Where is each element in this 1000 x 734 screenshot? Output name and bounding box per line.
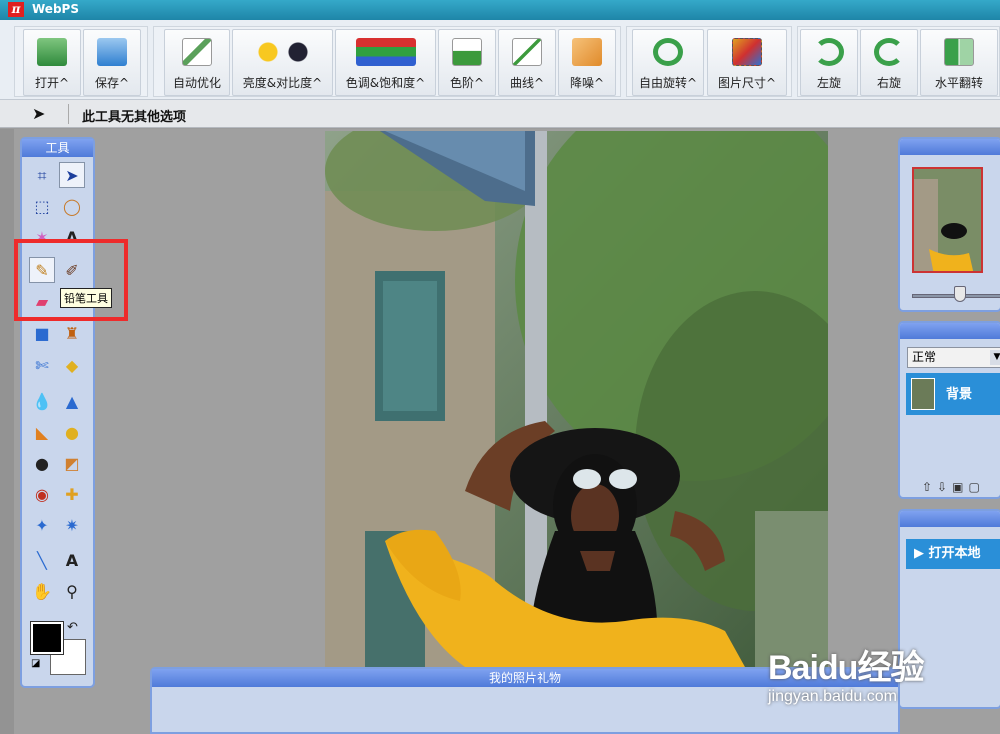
chevron-down-icon: ▼ [990, 350, 1000, 365]
open-folder-icon [37, 38, 67, 66]
tool-tooltip: 铅笔工具 [60, 288, 112, 308]
foreground-color-swatch[interactable] [30, 621, 64, 655]
lasso-icon[interactable]: ◯ [59, 193, 85, 219]
left-edge [0, 129, 14, 734]
auto-enhance-button[interactable]: 自动优化 [164, 29, 230, 96]
sponge-tool-icon[interactable]: ● [29, 450, 55, 476]
dodge-tool-icon[interactable]: ◣ [29, 419, 55, 445]
stamp-icon[interactable]: ♜ [59, 320, 85, 346]
blend-mode-value: 正常 [912, 350, 937, 364]
highlight-box [14, 239, 128, 321]
save-button[interactable]: 保存^ [83, 29, 141, 96]
app-title: WebPS [32, 2, 79, 16]
pinch-tool-icon[interactable]: ✦ [29, 512, 55, 538]
navigator-header [900, 139, 1000, 155]
swap-colors-icon[interactable]: ↶ [67, 620, 78, 635]
curves-button[interactable]: 曲线^ [498, 29, 556, 96]
sharpen-tool-icon[interactable]: ▲ [59, 388, 85, 414]
blur-tool-icon[interactable]: 💧 [29, 388, 55, 414]
title-bar: π WebPS [0, 0, 1000, 20]
hue-saturation-icon [355, 38, 416, 66]
move-tool-icon: ➤ [32, 104, 46, 123]
history-header [900, 511, 1000, 527]
flip-horizontal-icon [944, 38, 974, 66]
photo-canvas[interactable] [325, 131, 828, 667]
crop-tool-icon[interactable]: ⌗ [29, 162, 55, 188]
history-item-label: 打开本地 [928, 546, 981, 561]
toolbox-title: 工具 [22, 139, 93, 157]
flip-horizontal-button[interactable]: 水平翻转 [920, 29, 998, 96]
brightness-contrast-icon [252, 38, 313, 66]
gradient-icon[interactable]: ■ [29, 320, 55, 346]
navigator-thumbnail[interactable] [912, 167, 983, 273]
navigator-panel [898, 137, 1000, 312]
thumbnail-image [914, 169, 981, 271]
app-logo-icon: π [8, 2, 24, 17]
free-rotate-icon [653, 38, 683, 66]
rotate-right-icon [874, 38, 904, 66]
save-icon [97, 38, 127, 66]
auto-enhance-icon [182, 38, 212, 66]
move-tool-icon[interactable]: ➤ [59, 162, 85, 188]
brightness-contrast-button[interactable]: 亮度&对比度^ [232, 29, 333, 96]
shape-tool-icon[interactable]: ◆ [59, 352, 85, 378]
open-button[interactable]: 打开^ [23, 29, 81, 96]
layer-thumbnail [911, 378, 935, 410]
denoise-button[interactable]: 降噪^ [558, 29, 616, 96]
type-tool-icon[interactable]: A [59, 547, 85, 573]
free-rotate-button[interactable]: 自由旋转^ [632, 29, 704, 96]
options-bar: ➤ 此工具无其他选项 [0, 100, 1000, 128]
main-toolbar: 打开^ 保存^ 自动优化 亮度&对比度^ 色调&饱和度^ 色阶^ 曲线^ 降噪^… [0, 20, 1000, 100]
blend-mode-select[interactable]: 正常 ▼ [907, 347, 1000, 368]
rotate-right-button[interactable]: 右旋 [860, 29, 918, 96]
replace-color-icon[interactable]: ✄ [29, 352, 55, 378]
history-item[interactable]: ▶ 打开本地 [906, 539, 1000, 569]
image-size-button[interactable]: 图片尺寸^ [707, 29, 787, 96]
layer-actions[interactable]: ⇧⇩▣▢ [922, 480, 985, 494]
options-text: 此工具无其他选项 [82, 110, 187, 125]
history-icon: ▶ [914, 546, 929, 561]
layers-panel: 正常 ▼ 背景 ⇧⇩▣▢ [898, 321, 1000, 499]
burn-tool-icon[interactable]: ● [59, 419, 85, 445]
zoom-slider-handle[interactable] [954, 286, 966, 302]
image-size-icon [732, 38, 762, 66]
levels-icon [452, 38, 482, 66]
rotate-left-button[interactable]: 左旋 [800, 29, 858, 96]
default-colors-icon[interactable]: ◪ [31, 658, 43, 670]
curves-icon [512, 38, 542, 66]
hue-saturation-button[interactable]: 色调&饱和度^ [335, 29, 436, 96]
denoise-icon [572, 38, 602, 66]
watermark-url: jingyan.baidu.com [768, 688, 897, 705]
spot-heal-icon[interactable]: ✚ [59, 481, 85, 507]
rect-select-icon[interactable]: ⬚ [29, 193, 55, 219]
hand-tool-icon[interactable]: ✋ [29, 578, 55, 604]
red-eye-icon[interactable]: ◉ [29, 481, 55, 507]
layer-row[interactable]: 背景 [906, 373, 1000, 415]
watermark-brand: Baidu经验 [768, 649, 924, 687]
zoom-tool-icon[interactable]: ⚲ [59, 578, 85, 604]
color-picker-icon[interactable]: ╲ [29, 547, 55, 573]
bloat-tool-icon[interactable]: ◩ [59, 450, 85, 476]
layer-name: 背景 [946, 387, 973, 402]
pucker-tool-icon[interactable]: ✷ [59, 512, 85, 538]
divider [68, 104, 69, 124]
levels-button[interactable]: 色阶^ [438, 29, 496, 96]
layers-header [900, 323, 1000, 339]
rotate-left-icon [814, 38, 844, 66]
photo-image [325, 131, 828, 667]
